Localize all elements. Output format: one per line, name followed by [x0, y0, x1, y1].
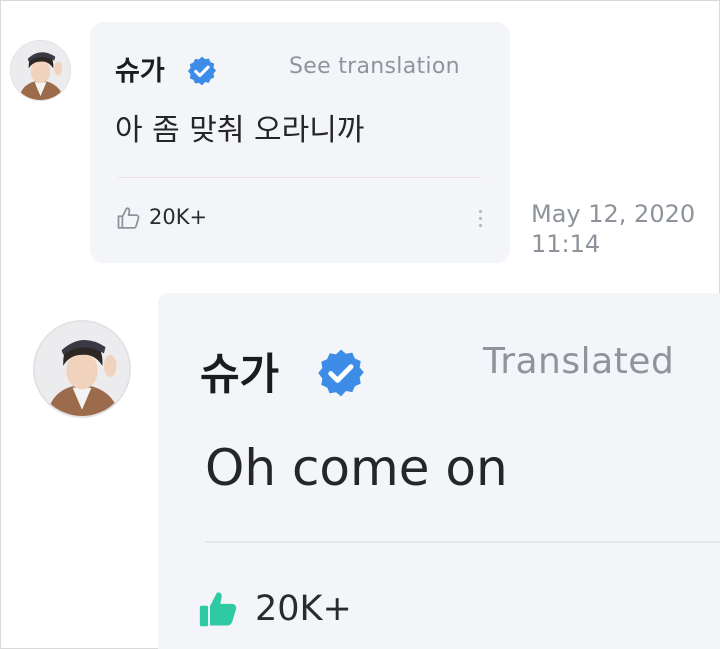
timestamp: May 12, 2020 11:14 [531, 199, 695, 259]
divider [205, 541, 720, 543]
avatar[interactable] [10, 40, 71, 101]
thumbs-up-filled-icon[interactable] [196, 586, 242, 632]
like-count: 20K+ [255, 589, 352, 629]
more-vertical-icon[interactable] [479, 210, 483, 231]
comment-text: Oh come on [205, 439, 508, 497]
verified-badge-icon [318, 349, 364, 397]
see-translation-link[interactable]: See translation [289, 52, 460, 82]
divider [118, 177, 481, 178]
like-count: 20K+ [149, 205, 208, 229]
translated-label[interactable]: Translated [483, 340, 674, 384]
author-name[interactable]: 슈가 [200, 350, 279, 400]
comment-text: 아 좀 맞춰 오라니까 [115, 113, 365, 148]
verified-badge-icon [188, 56, 216, 86]
author-name[interactable]: 슈가 [115, 55, 165, 89]
thumbs-up-outline-icon[interactable] [115, 204, 143, 232]
timestamp-date: May 12, 2020 [531, 200, 696, 228]
timestamp-time: 11:14 [531, 230, 601, 258]
avatar[interactable] [33, 320, 131, 418]
